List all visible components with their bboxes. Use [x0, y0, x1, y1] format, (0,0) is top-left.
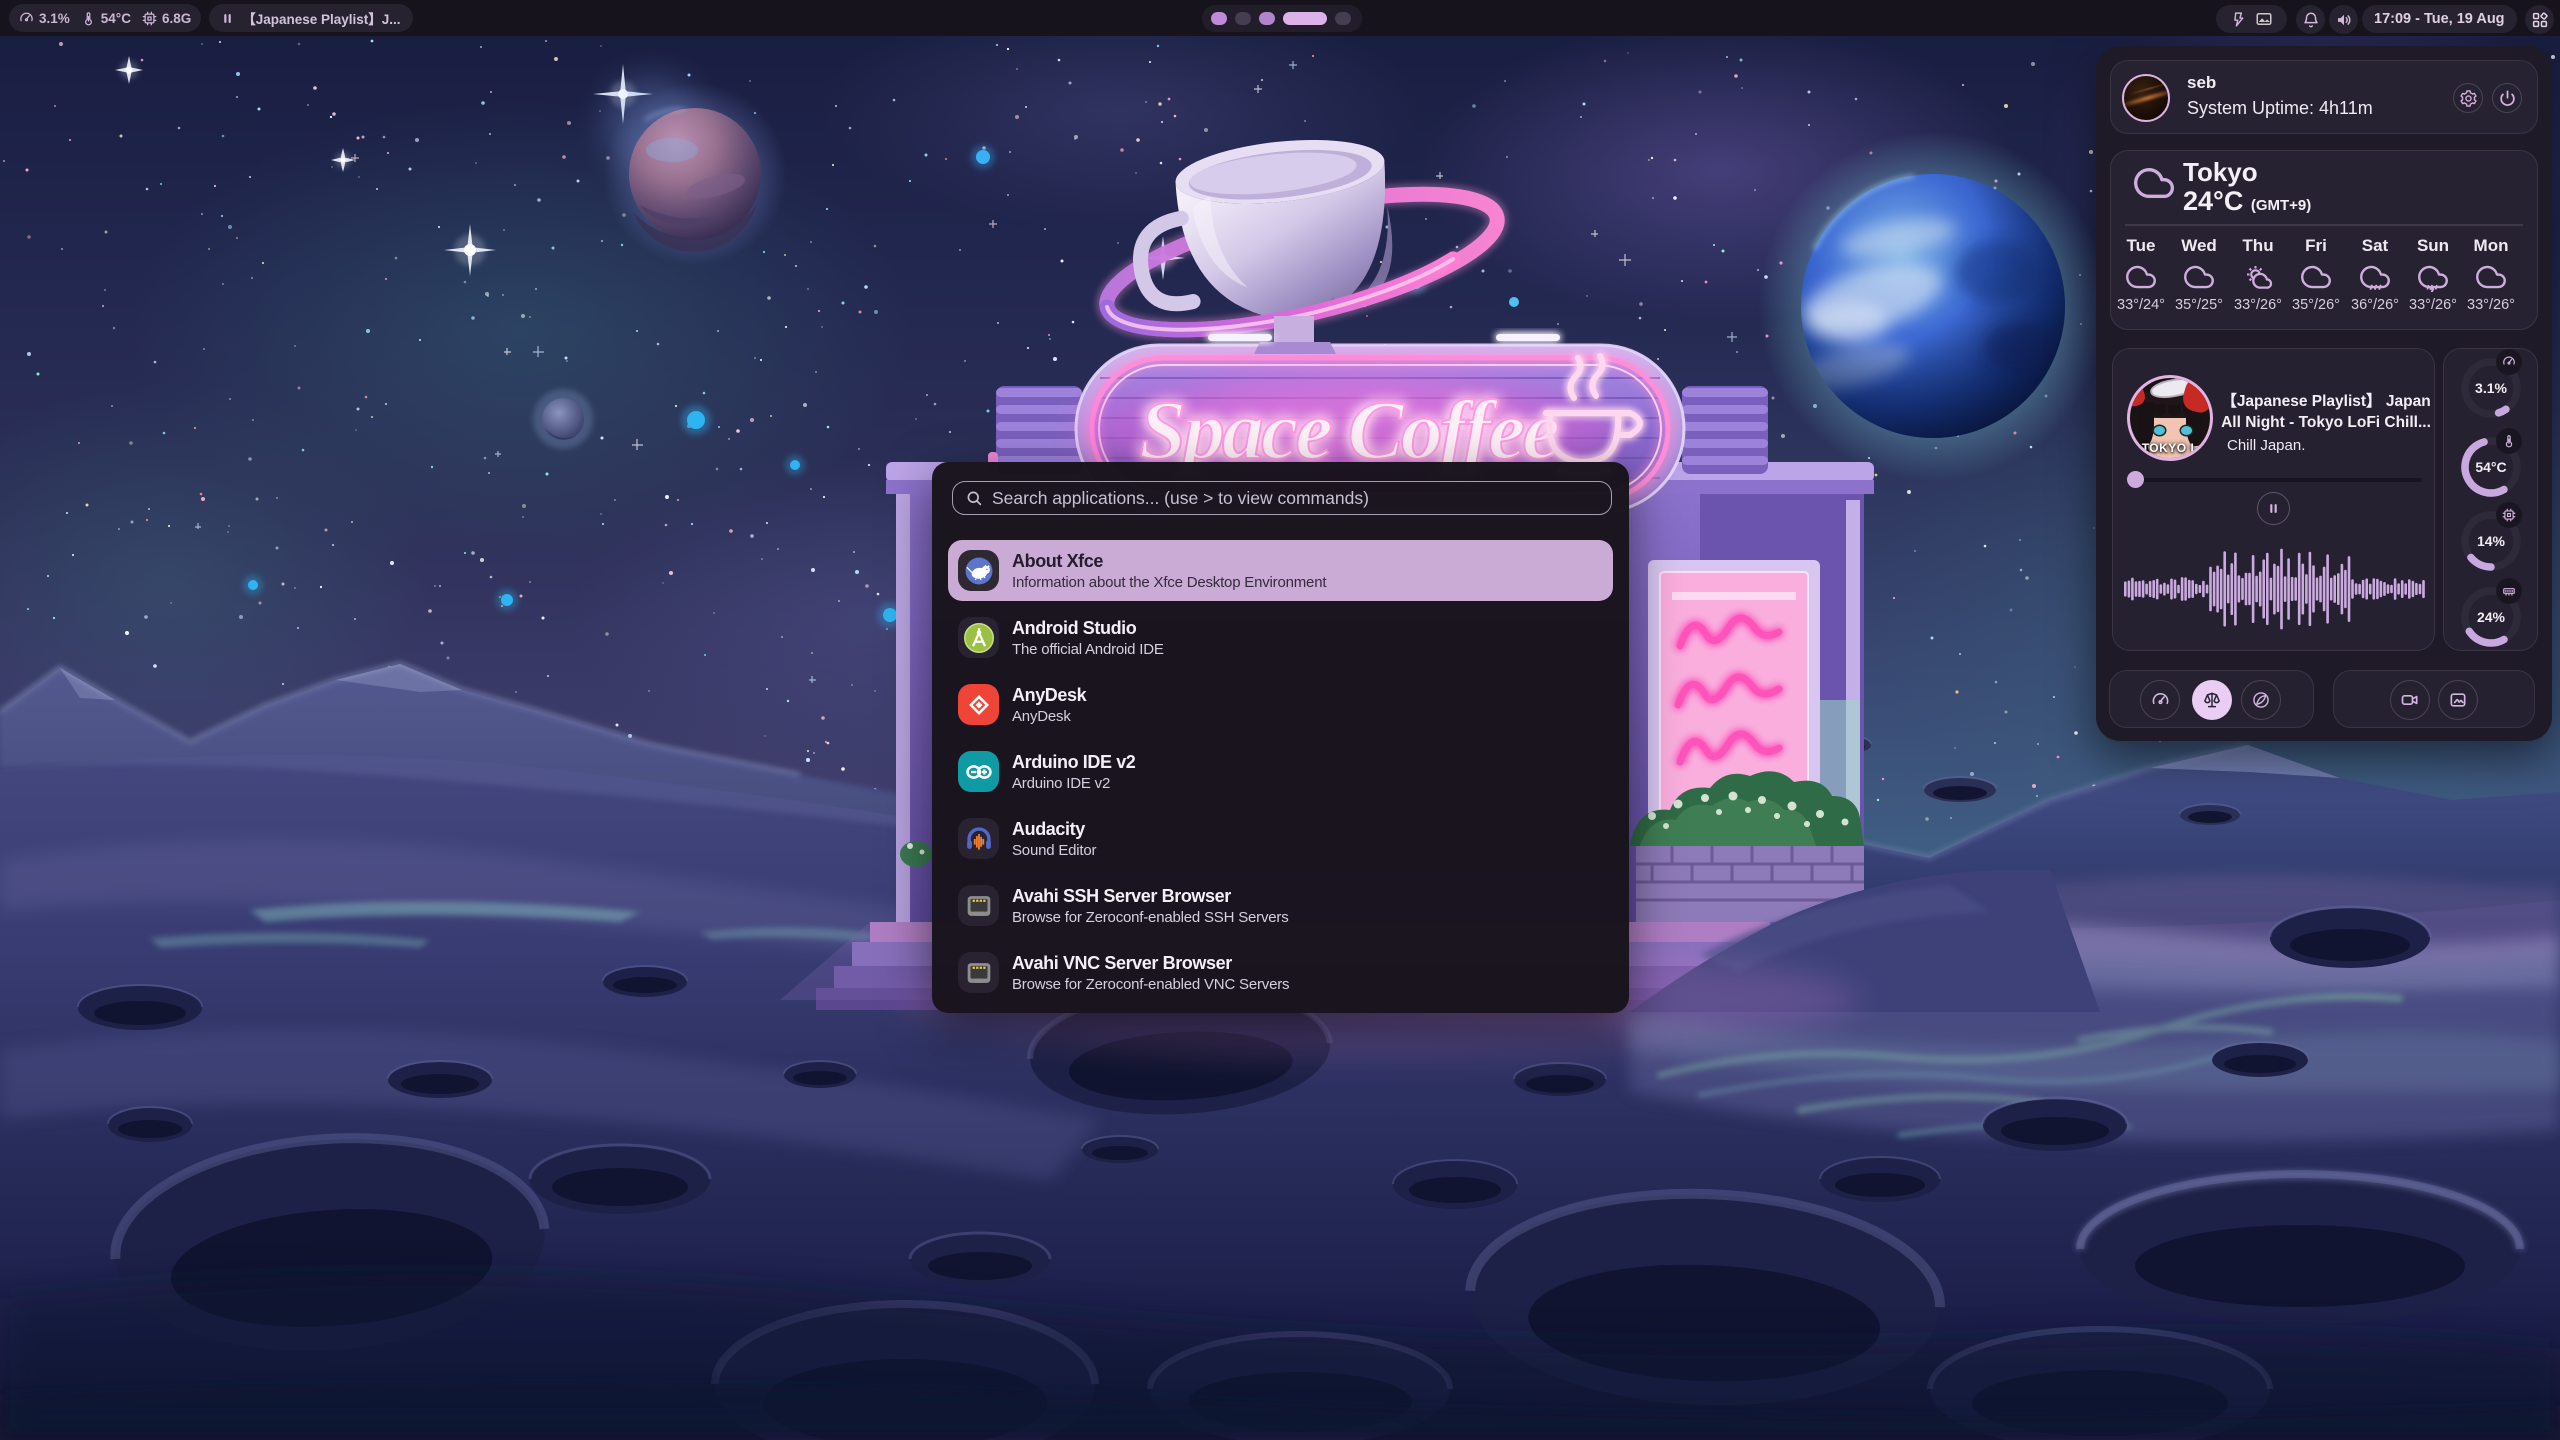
svg-text:24%: 24% [2477, 609, 2506, 625]
svg-text:3.1%: 3.1% [2475, 380, 2507, 396]
svg-text:14%: 14% [2477, 533, 2506, 549]
svg-text:54°C: 54°C [2475, 459, 2506, 475]
